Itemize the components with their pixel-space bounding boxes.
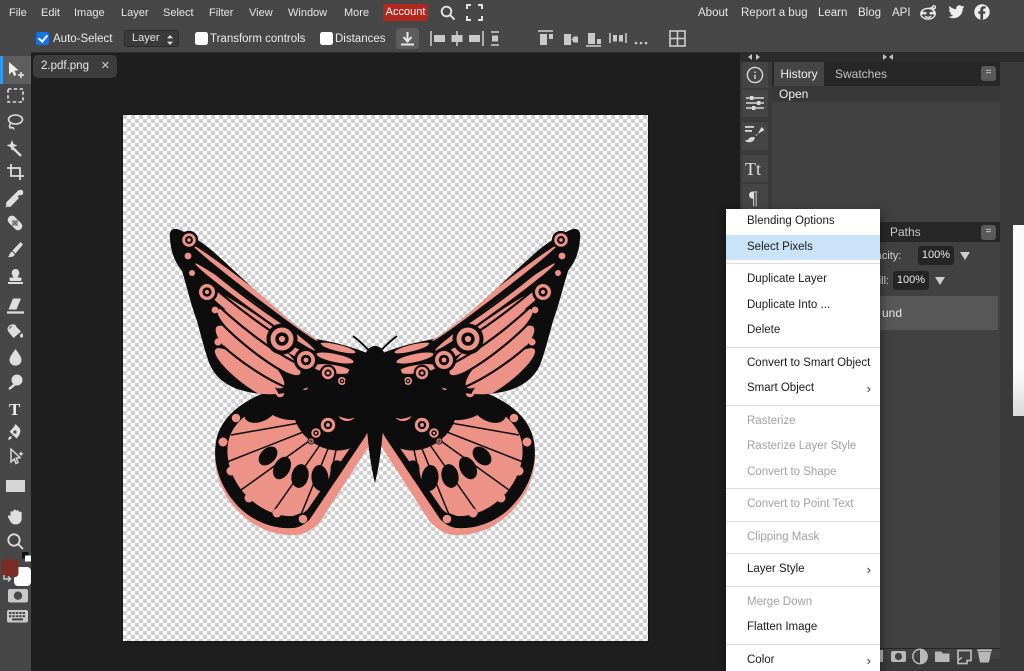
svg-text:Tt: Tt: [745, 159, 761, 179]
svg-text:¶: ¶: [749, 188, 758, 209]
svg-text:T: T: [9, 400, 21, 419]
